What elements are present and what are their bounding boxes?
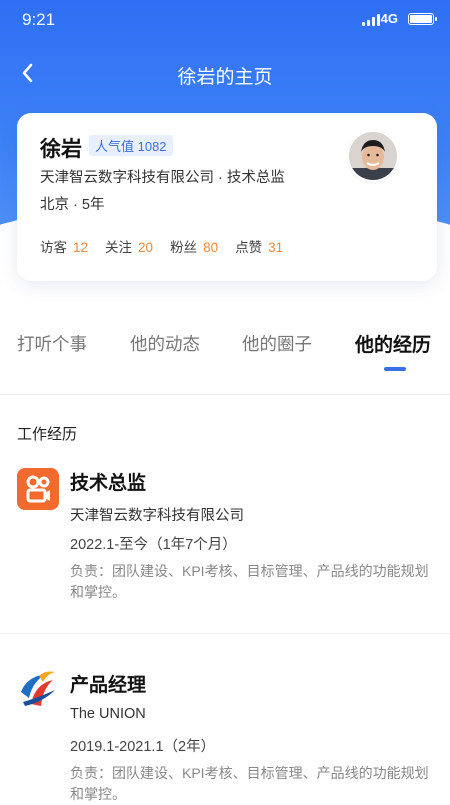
stat-label: 访客 xyxy=(40,240,67,255)
stat-label: 粉丝 xyxy=(170,240,198,255)
tab-ask[interactable]: 打听个事 xyxy=(17,331,87,356)
tab-bar: 打听个事 他的动态 他的圈子 他的经历 xyxy=(0,318,450,395)
experience-company: The UNION xyxy=(70,706,146,722)
kuaishou-logo-icon xyxy=(17,468,59,510)
stat-label: 点赞 xyxy=(235,240,263,255)
stat-value: 20 xyxy=(138,240,154,255)
status-bar: 9:21 4G xyxy=(0,0,450,40)
popularity-badge: 人气值 1082 xyxy=(89,135,173,156)
active-tab-indicator xyxy=(384,367,406,371)
experience-company: 天津智云数字科技有限公司 xyxy=(70,508,244,524)
profile-stats: 访客 12 关注 20 粉丝 80 点赞 31 xyxy=(40,236,300,256)
page-title: 徐岩的主页 xyxy=(177,67,273,88)
experience-role: 产品经理 xyxy=(70,675,147,696)
profile-card: 徐岩 人气值 1082 天津智云数字科技有限公司 · 技术总监 北京 · 5年 … xyxy=(17,113,437,281)
profile-name: 徐岩 xyxy=(40,138,82,161)
profile-company-title: 天津智云数字科技有限公司 · 技术总监 xyxy=(40,170,285,186)
experience-description: 负责：团队建设、KPI考核、目标管理、产品线的功能规划和掌控。 xyxy=(70,563,429,600)
stat-value: 31 xyxy=(268,240,284,255)
profile-location-years: 北京 · 5年 xyxy=(40,197,105,213)
stat-following[interactable]: 关注 20 xyxy=(105,236,153,256)
stat-value: 80 xyxy=(203,240,219,255)
stat-visitors[interactable]: 访客 12 xyxy=(40,236,88,256)
experience-description: 负责：团队建设、KPI考核、目标管理、产品线的功能规划和掌控。 xyxy=(70,765,429,802)
tab-circles[interactable]: 他的圈子 xyxy=(242,331,312,356)
section-title: 工作经历 xyxy=(17,426,78,443)
union-logo-icon xyxy=(17,668,59,710)
avatar[interactable] xyxy=(349,132,397,180)
status-time: 9:21 xyxy=(22,10,56,29)
tab-experience[interactable]: 他的经历 xyxy=(355,330,431,357)
stat-likes[interactable]: 点赞 31 xyxy=(235,236,283,256)
signal-icon xyxy=(362,14,380,26)
battery-icon xyxy=(408,13,437,25)
experience-role: 技术总监 xyxy=(70,473,147,494)
stat-followers[interactable]: 粉丝 80 xyxy=(170,236,218,256)
nav-bar: 徐岩的主页 xyxy=(0,52,450,96)
experience-duration: 2019.1-2021.1（2年） xyxy=(70,739,216,755)
stat-value: 12 xyxy=(73,240,89,255)
tab-posts[interactable]: 他的动态 xyxy=(130,331,200,356)
divider xyxy=(0,633,450,634)
stat-label: 关注 xyxy=(105,240,133,255)
network-label: 4G xyxy=(380,11,398,26)
experience-duration: 2022.1-至今（1年7个月） xyxy=(70,537,237,553)
